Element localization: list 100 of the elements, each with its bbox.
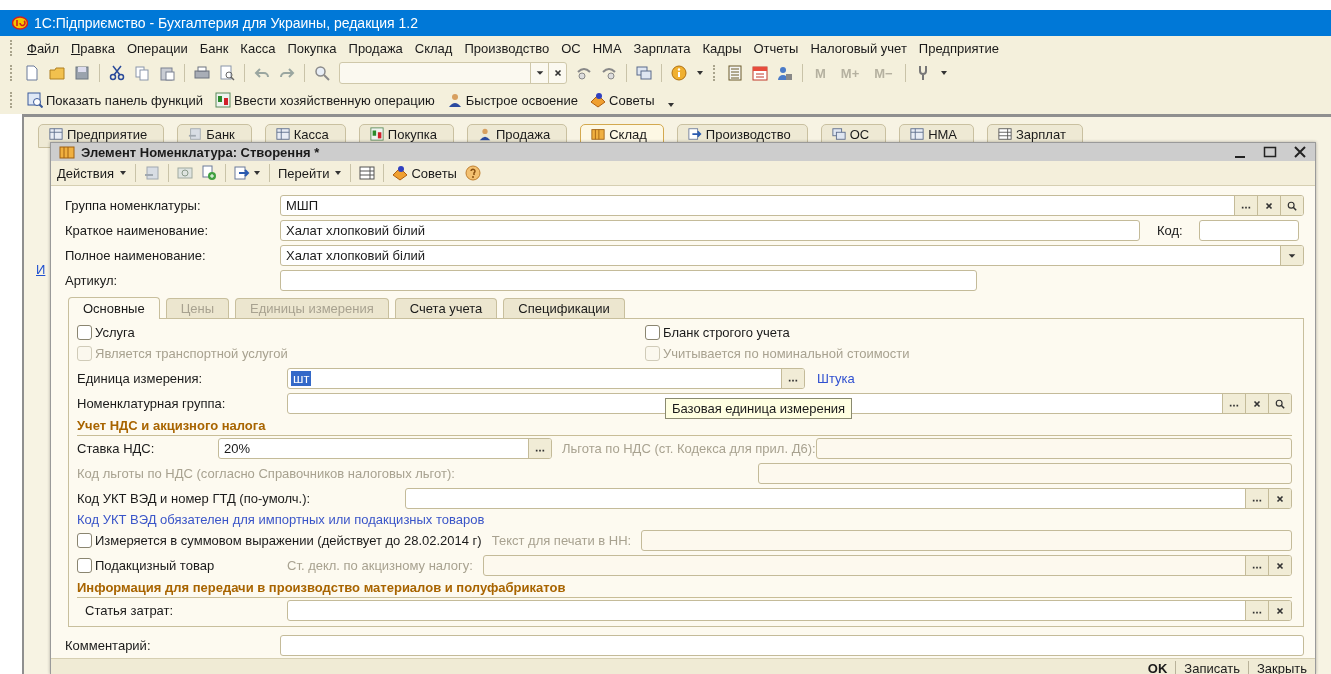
field-dropdown-button[interactable] <box>1280 246 1303 265</box>
menu-item[interactable]: Продажа <box>348 40 403 56</box>
menu-item[interactable]: Операции <box>126 40 188 56</box>
field-choose-button[interactable] <box>528 439 551 458</box>
input-field[interactable] <box>280 270 977 291</box>
link[interactable]: Штука <box>817 371 855 386</box>
new-document-icon[interactable] <box>24 65 40 81</box>
input-field[interactable]: МШП <box>280 195 1304 216</box>
form-icon <box>59 144 75 160</box>
toolbar-button[interactable]: Показать панель функций <box>27 92 203 108</box>
windows-icon[interactable] <box>636 65 652 81</box>
checkbox[interactable] <box>77 558 92 573</box>
tab-icon <box>831 127 846 141</box>
caret-icon[interactable] <box>666 102 675 108</box>
input-field[interactable]: Халат хлопковий білий <box>280 245 1304 266</box>
close-icon[interactable] <box>1293 145 1307 159</box>
users-icon[interactable] <box>777 65 793 81</box>
field-label: Единица измерения: <box>77 371 204 386</box>
toolbar-button[interactable]: Советы <box>590 92 655 108</box>
export-button[interactable] <box>233 165 261 181</box>
dialog-button[interactable]: Записать <box>1184 660 1240 674</box>
field-choose-button[interactable] <box>781 369 804 388</box>
tips-icon <box>392 165 409 181</box>
field-choose-button[interactable] <box>1234 196 1257 215</box>
window-title: 1С:Підприємство - Бухгалтерия для Украины, редакция 1.2 <box>34 15 419 31</box>
tab-icon <box>591 127 606 141</box>
input-field[interactable] <box>1198 220 1299 241</box>
input-field[interactable] <box>405 488 1292 509</box>
search-icon <box>1287 200 1297 211</box>
menu-item[interactable]: Производство <box>464 40 550 56</box>
maximize-icon[interactable] <box>1263 145 1277 159</box>
checkbox-label: Подакцизный товар <box>95 558 215 573</box>
input-field[interactable]: Халат хлопковий білий <box>280 220 1140 241</box>
link[interactable]: И <box>36 262 46 277</box>
toolbar-grip[interactable] <box>10 92 15 108</box>
calendar-icon[interactable] <box>752 65 768 81</box>
printer-icon[interactable] <box>194 65 210 81</box>
input-field[interactable] <box>287 600 1292 621</box>
calculator-icon[interactable] <box>727 65 743 81</box>
field-clear-button[interactable] <box>1268 601 1291 620</box>
cut-icon[interactable] <box>109 65 125 81</box>
search-icon[interactable] <box>314 65 330 81</box>
menu-item[interactable]: Банк <box>199 40 229 56</box>
menu-item[interactable]: Кадры <box>702 40 742 56</box>
toolbar-grip[interactable] <box>713 65 718 81</box>
checkbox-label: Измеряется в суммовом выражении (действует до 28.02.2014 г) <box>95 533 482 548</box>
field-clear-button[interactable] <box>1257 196 1280 215</box>
operation-icon <box>215 92 231 108</box>
caret-icon <box>334 170 343 176</box>
caret-icon[interactable] <box>939 70 948 76</box>
menu-item[interactable]: Предприятие <box>918 40 999 56</box>
checkbox[interactable] <box>645 325 660 340</box>
copy-add-icon[interactable] <box>200 165 217 181</box>
field-clear-button[interactable] <box>1268 489 1291 508</box>
input-field[interactable]: 20% <box>218 438 552 459</box>
menu-item[interactable]: Правка <box>70 40 115 56</box>
field-choose-button[interactable] <box>1245 601 1268 620</box>
caret-icon <box>252 170 261 176</box>
tab[interactable]: Спецификации <box>503 298 625 318</box>
info-icon[interactable] <box>671 65 687 81</box>
help-icon[interactable] <box>464 165 481 181</box>
list-icon[interactable] <box>359 165 376 181</box>
menu-item[interactable]: Отчеты <box>753 40 799 56</box>
field-search-button[interactable] <box>1280 196 1303 215</box>
checkbox-label: Бланк строгого учета <box>663 325 790 340</box>
tab[interactable]: Счета учета <box>394 298 498 318</box>
menu-item[interactable]: Налоговый учет <box>810 40 907 56</box>
field-label: Льгота по НДС (ст. Кодекса для прил. Д6): <box>562 441 816 456</box>
refresh-icon[interactable] <box>176 165 193 181</box>
checkbox[interactable] <box>77 325 92 340</box>
tab-icon <box>275 127 290 141</box>
print-preview-icon[interactable] <box>219 65 235 81</box>
tab[interactable]: Основные <box>68 297 160 319</box>
menu-item[interactable]: Покупка <box>287 40 337 56</box>
menu-item[interactable]: ОС <box>561 40 581 56</box>
logo-icon <box>12 15 28 31</box>
menu-item[interactable]: Склад <box>414 40 453 56</box>
caret-icon[interactable] <box>696 70 704 76</box>
toolbar-button[interactable]: Быстрое освоение <box>446 92 579 108</box>
actions-menu-button[interactable]: Действия <box>57 165 127 181</box>
menu-item[interactable]: Файл <box>27 40 59 56</box>
field-choose-button[interactable] <box>1245 489 1268 508</box>
folder-icon[interactable] <box>49 65 65 81</box>
menu-item[interactable]: НМА <box>592 40 622 56</box>
input-field[interactable]: шт <box>287 368 805 389</box>
toolbar-grip[interactable] <box>10 65 15 81</box>
clear-icon <box>1275 605 1285 616</box>
go-to-menu-button[interactable]: Перейти <box>277 165 343 181</box>
copy-icon[interactable] <box>134 65 150 81</box>
menu-item[interactable]: Зарплата <box>633 40 691 56</box>
checkbox[interactable] <box>77 533 92 548</box>
person-icon <box>446 92 463 108</box>
toolbar-button[interactable]: Ввести хозяйственную операцию <box>215 92 435 108</box>
menu-item[interactable]: Касса <box>240 40 276 56</box>
checkbox-label: Услуга <box>95 325 135 340</box>
paste-icon[interactable] <box>159 65 175 81</box>
toolbar-grip[interactable] <box>10 40 15 56</box>
input-field[interactable] <box>280 635 1304 656</box>
tips-button[interactable]: Советы <box>392 165 457 181</box>
dialog-button[interactable]: OK <box>1147 660 1168 674</box>
